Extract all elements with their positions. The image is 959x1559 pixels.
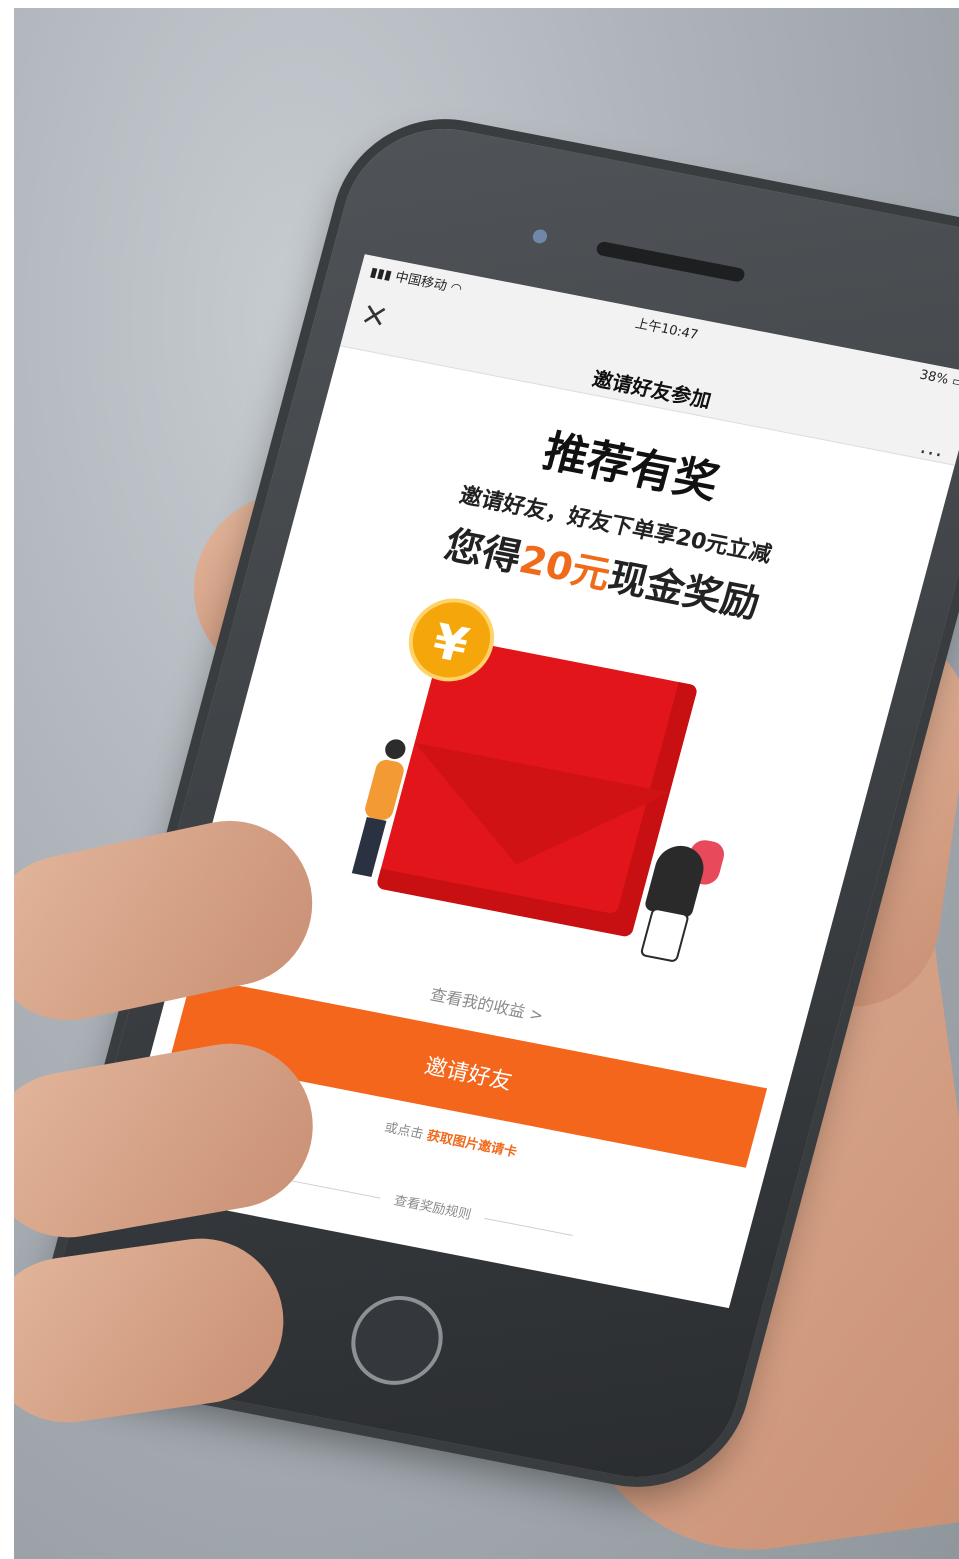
camera-icon <box>531 228 549 245</box>
red-envelope-illustration: ¥ <box>272 579 812 996</box>
hint-prefix: 或点击 <box>382 1120 425 1143</box>
wifi-icon: ◠ <box>448 280 464 298</box>
more-icon[interactable]: ··· <box>916 440 946 469</box>
reward-prefix: 您得 <box>439 522 527 580</box>
speaker-grille <box>595 240 746 283</box>
divider-left <box>291 1180 381 1199</box>
divider-right <box>484 1217 574 1237</box>
envelope-flap <box>388 742 670 890</box>
page-margin <box>0 0 14 1559</box>
get-invite-card-link[interactable]: 获取图片邀请卡 <box>425 1129 518 1161</box>
reward-suffix: 现金奖励 <box>603 554 765 627</box>
home-button[interactable] <box>341 1288 453 1393</box>
battery-icon: ▭ <box>950 373 959 391</box>
battery-percent: 38% <box>917 367 951 388</box>
signal-icon: ▮▮▮ <box>368 264 394 284</box>
background-photo: ▮▮▮ 中国移动 ◠ 上午10:47 38% ▭ × 邀请好友参加 ··· 推荐… <box>14 8 959 1559</box>
reward-amount: 20元 <box>514 537 616 598</box>
view-rules-link[interactable]: 查看奖励规则 <box>392 1194 472 1223</box>
